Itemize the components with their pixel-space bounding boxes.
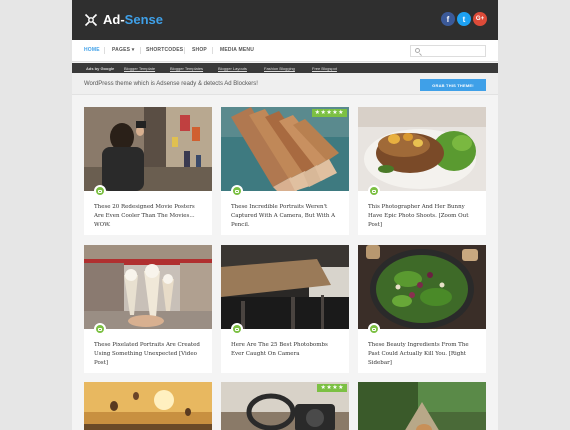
nav-divider [212, 47, 213, 54]
nav-divider [184, 47, 185, 54]
site-logo[interactable]: Ad-Sense [84, 12, 163, 27]
twitter-icon[interactable]: t [457, 12, 471, 26]
post-card[interactable]: This Photographer And Her Bunny Have Epi… [358, 107, 486, 235]
post-card[interactable]: These Pixelated Portraits Are Created Us… [84, 245, 212, 373]
facebook-icon[interactable]: f [441, 12, 455, 26]
grab-theme-button[interactable]: GRAB THIS THEME! [420, 79, 486, 91]
nav-item-shortcodes[interactable]: SHORTCODES [146, 47, 183, 53]
nav-item-shop[interactable]: SHOP [192, 47, 207, 53]
post-card[interactable]: These 20 Redesigned Movie Posters Are Ev… [84, 107, 212, 235]
post-card[interactable] [84, 382, 212, 430]
post-title[interactable]: This Photographer And Her Bunny Have Epi… [368, 203, 476, 230]
post-card[interactable]: These Beauty Ingredients From The Past C… [358, 245, 486, 373]
rating-stars: ★★★★ [317, 384, 347, 392]
post-title[interactable]: These Beauty Ingredients From The Past C… [368, 341, 476, 368]
page-wrapper: Ad-Sense f t G+ HOME PAGES ▾ SHORTCODES … [72, 0, 498, 430]
post-card[interactable]: Here Are The 25 Best Photobombs Ever Cau… [221, 245, 349, 373]
post-card[interactable]: ★★★★ [221, 382, 349, 430]
nav-divider [140, 47, 141, 54]
ad-link[interactable]: Fashion Blogging [264, 66, 295, 71]
post-card[interactable]: ★★★★★ These Incredible Portraits Weren't… [221, 107, 349, 235]
main-nav: HOME PAGES ▾ SHORTCODES SHOP MEDIA MENU [72, 40, 498, 62]
post-title[interactable]: These Pixelated Portraits Are Created Us… [94, 341, 202, 368]
ad-link[interactable]: Blogger Templates [170, 66, 203, 71]
promo-text: WordPress theme which is Adsense ready &… [84, 81, 258, 87]
nav-divider [104, 47, 105, 54]
logo-icon [84, 13, 98, 26]
category-badge [231, 323, 243, 335]
nav-item-home[interactable]: HOME [84, 47, 100, 53]
ad-links-bar: Ads by Google Blogger Template Blogger T… [72, 63, 498, 73]
post-thumbnail[interactable] [358, 382, 486, 430]
ad-link[interactable]: Free Blogspot [312, 66, 337, 71]
post-thumbnail[interactable] [84, 245, 212, 329]
post-title[interactable]: Here Are The 25 Best Photobombs Ever Cau… [231, 341, 339, 359]
promo-banner: WordPress theme which is Adsense ready &… [72, 73, 498, 95]
post-thumbnail[interactable] [358, 245, 486, 329]
logo-text: Ad-Sense [103, 12, 163, 27]
post-thumbnail[interactable] [358, 107, 486, 191]
category-badge [231, 185, 243, 197]
nav-item-pages[interactable]: PAGES ▾ [112, 47, 134, 53]
post-thumbnail[interactable] [221, 245, 349, 329]
ad-link[interactable]: Blogger Template [124, 66, 155, 71]
search-icon [415, 48, 420, 53]
ads-by-google-label: Ads by Google [86, 66, 115, 71]
category-badge [368, 323, 380, 335]
ad-link[interactable]: Blogger Layouts [218, 66, 247, 71]
post-thumbnail[interactable] [221, 107, 349, 191]
post-card[interactable] [358, 382, 486, 430]
post-title[interactable]: These 20 Redesigned Movie Posters Are Ev… [94, 203, 202, 230]
rating-stars: ★★★★★ [311, 109, 347, 117]
category-badge [94, 323, 106, 335]
nav-item-media-menu[interactable]: MEDIA MENU [220, 47, 254, 53]
category-badge [368, 185, 380, 197]
search-input[interactable] [410, 45, 486, 57]
post-title[interactable]: These Incredible Portraits Weren't Captu… [231, 203, 339, 230]
google-plus-icon[interactable]: G+ [473, 12, 487, 26]
category-badge [94, 185, 106, 197]
post-thumbnail[interactable] [84, 107, 212, 191]
post-thumbnail[interactable] [84, 382, 212, 430]
site-header: Ad-Sense f t G+ [72, 0, 498, 40]
